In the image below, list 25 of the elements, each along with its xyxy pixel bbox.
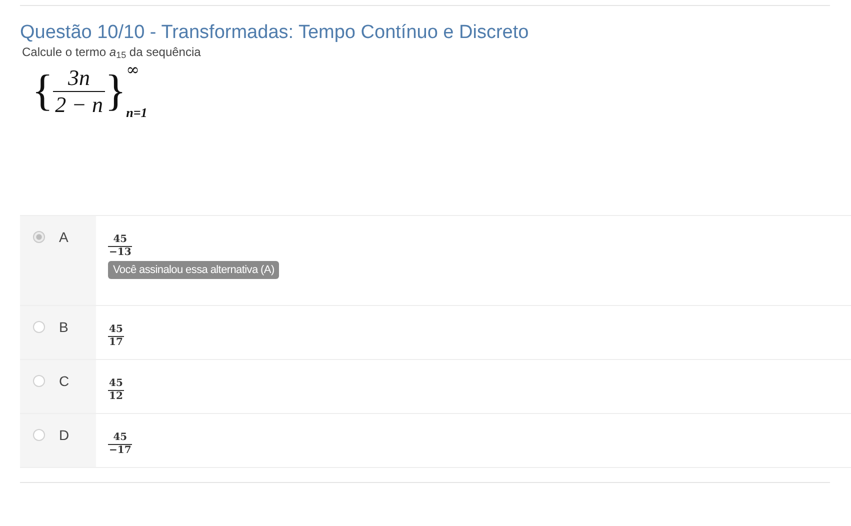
option-numerator: 45 (109, 378, 123, 390)
option-letter: A (59, 229, 68, 245)
option-letter: C (59, 373, 70, 389)
selection-note: Você assinalou essa alternativa (A) (108, 261, 280, 279)
upper-limit: ∞ (126, 62, 140, 78)
close-brace: } (104, 66, 126, 116)
option-letter: D (59, 427, 70, 443)
option-letter: B (59, 319, 68, 335)
radio-button[interactable] (33, 231, 45, 243)
option-denominator: −13 (108, 246, 132, 259)
numerator: 3n (67, 64, 92, 90)
radio-button[interactable] (33, 429, 45, 441)
option-numerator: 45 (113, 432, 128, 444)
option-denominator: 17 (108, 336, 124, 349)
radio-button[interactable] (33, 375, 45, 387)
option-numerator: 45 (109, 324, 123, 336)
denominator: 2 − n (53, 90, 105, 118)
lower-limit: n=1 (126, 106, 148, 120)
question-title: Questão 10/10 - Transformadas: Tempo Contínuo e Discreto (20, 22, 530, 44)
option-numerator: 45 (113, 234, 128, 246)
option-denominator: 12 (108, 390, 124, 403)
open-brace: { (32, 66, 54, 116)
question-prompt: Calcule o termo a$_{15}$ da sequência (21, 44, 202, 60)
radio-button[interactable] (33, 321, 45, 333)
option-denominator: −17 (108, 444, 132, 457)
